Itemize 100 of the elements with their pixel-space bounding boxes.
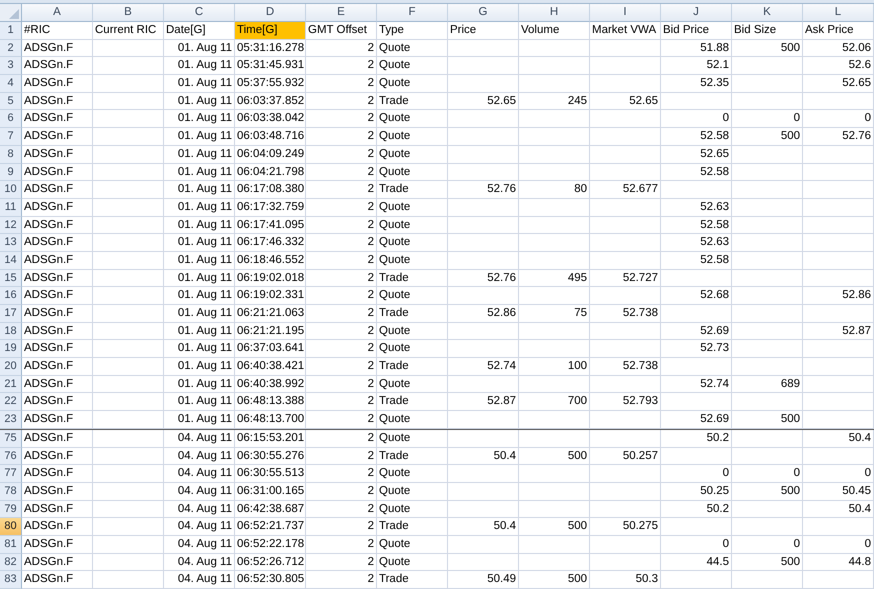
- table-cell: ADSGn.F: [22, 216, 93, 234]
- row-number[interactable]: 80: [0, 518, 22, 536]
- table-cell: 0: [661, 465, 732, 483]
- row-number[interactable]: 7: [0, 128, 22, 146]
- table-cell: ADSGn.F: [22, 57, 93, 76]
- table-cell: Bid Size: [732, 22, 803, 40]
- empty-cell: [732, 198, 803, 217]
- column-header[interactable]: K: [732, 4, 803, 22]
- table-cell: 2: [306, 358, 377, 376]
- row-number[interactable]: 5: [0, 92, 22, 110]
- row-number[interactable]: 8: [0, 146, 22, 164]
- table-cell: 52.65: [448, 92, 519, 110]
- table-cell: ADSGn.F: [22, 287, 93, 305]
- table-cell: 52.1: [661, 57, 732, 76]
- empty-cell: [448, 40, 519, 58]
- row-number[interactable]: 77: [0, 465, 22, 483]
- table-cell: 2: [306, 305, 377, 323]
- row-number[interactable]: 81: [0, 536, 22, 554]
- row-number[interactable]: 1: [0, 22, 22, 40]
- row-number[interactable]: 21: [0, 376, 22, 394]
- table-cell: 500: [519, 518, 590, 536]
- column-header[interactable]: B: [93, 4, 164, 22]
- row-number[interactable]: 6: [0, 110, 22, 128]
- row-number[interactable]: 11: [0, 198, 22, 217]
- empty-cell: [448, 500, 519, 518]
- table-cell: 06:30:55.513: [235, 465, 306, 483]
- table-cell: 04. Aug 11: [164, 465, 235, 483]
- table-cell: 01. Aug 11: [164, 40, 235, 58]
- row-number[interactable]: 76: [0, 448, 22, 466]
- table-cell: 01. Aug 11: [164, 358, 235, 376]
- empty-cell: [661, 448, 732, 466]
- table-cell: 44.5: [661, 554, 732, 572]
- row-number[interactable]: 14: [0, 252, 22, 270]
- table-cell: 52.58: [661, 252, 732, 270]
- table-cell: Quote: [377, 198, 448, 217]
- row-number[interactable]: 10: [0, 181, 22, 199]
- row-number[interactable]: 78: [0, 482, 22, 501]
- row-number[interactable]: 4: [0, 75, 22, 93]
- table-cell: 52.65: [590, 92, 661, 110]
- column-header[interactable]: J: [661, 4, 732, 22]
- column-header[interactable]: C: [164, 4, 235, 22]
- empty-cell: [590, 500, 661, 518]
- table-cell: 06:30:55.276: [235, 448, 306, 466]
- row-number[interactable]: 15: [0, 270, 22, 288]
- column-header[interactable]: F: [377, 4, 448, 22]
- row-number[interactable]: 2: [0, 40, 22, 58]
- row-number[interactable]: 16: [0, 287, 22, 305]
- table-cell: 100: [519, 358, 590, 376]
- column-header[interactable]: A: [22, 4, 93, 22]
- empty-cell: [448, 340, 519, 358]
- empty-cell: [732, 270, 803, 288]
- column-header[interactable]: E: [306, 4, 377, 22]
- empty-cell: [803, 571, 874, 589]
- table-cell: 2: [306, 430, 377, 448]
- row-number[interactable]: 17: [0, 305, 22, 323]
- table-cell: Quote: [377, 75, 448, 93]
- table-cell: 2: [306, 146, 377, 164]
- empty-cell: [590, 465, 661, 483]
- table-cell: 52.76: [448, 270, 519, 288]
- table-cell: ADSGn.F: [22, 554, 93, 572]
- empty-cell: [732, 430, 803, 448]
- table-cell: 01. Aug 11: [164, 305, 235, 323]
- table-cell: 52.65: [661, 146, 732, 164]
- table-cell: 04. Aug 11: [164, 536, 235, 554]
- table-cell: 52.76: [803, 128, 874, 146]
- empty-cell: [661, 181, 732, 199]
- row-number[interactable]: 9: [0, 164, 22, 182]
- empty-cell: [93, 128, 164, 146]
- row-number[interactable]: 82: [0, 554, 22, 572]
- empty-cell: [732, 181, 803, 199]
- empty-cell: [590, 430, 661, 448]
- table-cell: 2: [306, 536, 377, 554]
- row-number[interactable]: 19: [0, 340, 22, 358]
- row-number[interactable]: 75: [0, 430, 22, 448]
- row-number[interactable]: 20: [0, 358, 22, 376]
- row-number[interactable]: 79: [0, 500, 22, 518]
- column-header[interactable]: L: [803, 4, 874, 22]
- empty-cell: [590, 234, 661, 252]
- column-header[interactable]: D: [235, 4, 306, 22]
- select-all-icon[interactable]: [9, 9, 19, 19]
- empty-cell: [519, 216, 590, 234]
- table-cell: ADSGn.F: [22, 465, 93, 483]
- row-number[interactable]: 13: [0, 234, 22, 252]
- row-number[interactable]: 23: [0, 411, 22, 429]
- row-number[interactable]: 83: [0, 571, 22, 589]
- empty-cell: [590, 40, 661, 58]
- table-cell: ADSGn.F: [22, 500, 93, 518]
- empty-cell: [732, 448, 803, 466]
- row-number[interactable]: 22: [0, 393, 22, 412]
- table-cell: 01. Aug 11: [164, 110, 235, 128]
- column-header[interactable]: G: [448, 4, 519, 22]
- empty-cell: [732, 146, 803, 164]
- row-number[interactable]: 18: [0, 322, 22, 340]
- table-cell: Volume: [519, 22, 590, 40]
- row-number[interactable]: 12: [0, 216, 22, 234]
- column-header[interactable]: H: [519, 4, 590, 22]
- table-cell: 52.793: [590, 393, 661, 412]
- table-cell: 2: [306, 164, 377, 182]
- column-header[interactable]: I: [590, 4, 661, 22]
- row-number[interactable]: 3: [0, 57, 22, 76]
